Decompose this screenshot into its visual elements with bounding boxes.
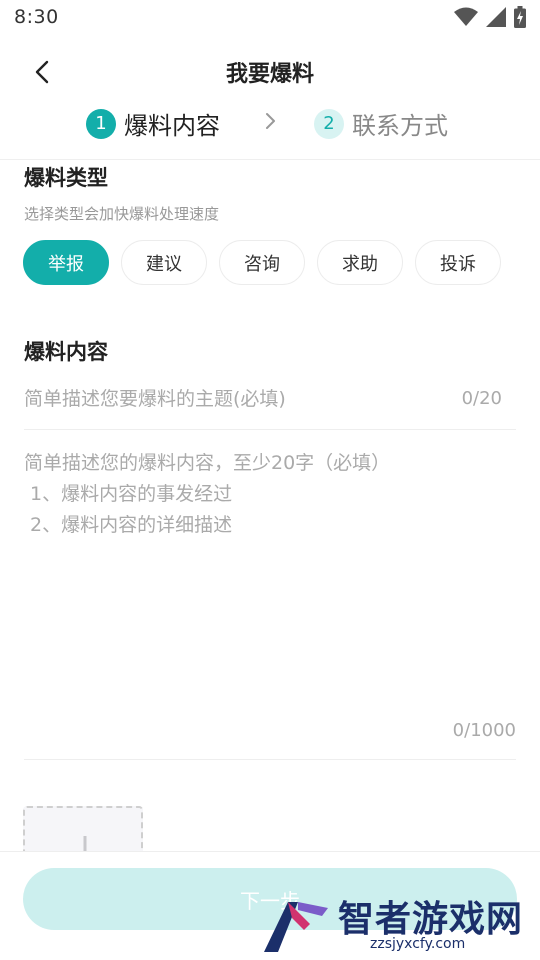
- status-bar: 8:30: [0, 0, 540, 36]
- nav-bar: 我要爆料: [0, 44, 540, 100]
- content-section-title: 爆料内容: [24, 340, 108, 364]
- step-label: 爆料内容: [124, 112, 220, 140]
- type-section-title: 爆料类型: [24, 166, 108, 190]
- battery-icon: [514, 6, 526, 28]
- type-option-help[interactable]: 求助: [317, 240, 403, 285]
- type-option-inquiry[interactable]: 咨询: [219, 240, 305, 285]
- subject-input[interactable]: [24, 370, 444, 428]
- subject-char-count: 0/20: [461, 388, 502, 409]
- step-number: 1: [86, 108, 116, 139]
- step-content[interactable]: 1 爆料内容: [86, 106, 220, 141]
- type-option-complaint[interactable]: 投诉: [415, 240, 501, 285]
- description-area: 0/1000: [24, 430, 516, 760]
- chevron-right-icon: [266, 113, 275, 129]
- bottom-bar: 下一步: [0, 851, 540, 960]
- type-options: 举报 建议 咨询 求助 投诉: [23, 240, 501, 285]
- page-title: 我要爆料: [225, 62, 314, 87]
- subject-row: 0/20: [24, 370, 516, 430]
- step-label: 联系方式: [352, 112, 448, 140]
- status-icons: [454, 6, 526, 28]
- type-section-hint: 选择类型会加快爆料处理速度: [24, 205, 220, 223]
- signal-icon: [486, 7, 506, 27]
- type-option-report[interactable]: 举报: [23, 240, 109, 285]
- description-input[interactable]: [24, 448, 516, 718]
- type-option-suggestion[interactable]: 建议: [121, 240, 207, 285]
- next-step-button[interactable]: 下一步: [23, 868, 517, 930]
- description-char-count: 0/1000: [452, 720, 516, 741]
- step-indicator: 1 爆料内容 2 联系方式: [0, 100, 540, 160]
- status-time: 8:30: [14, 6, 59, 28]
- step-number: 2: [314, 108, 344, 139]
- step-contact[interactable]: 2 联系方式: [314, 106, 448, 141]
- wifi-icon: [454, 7, 478, 26]
